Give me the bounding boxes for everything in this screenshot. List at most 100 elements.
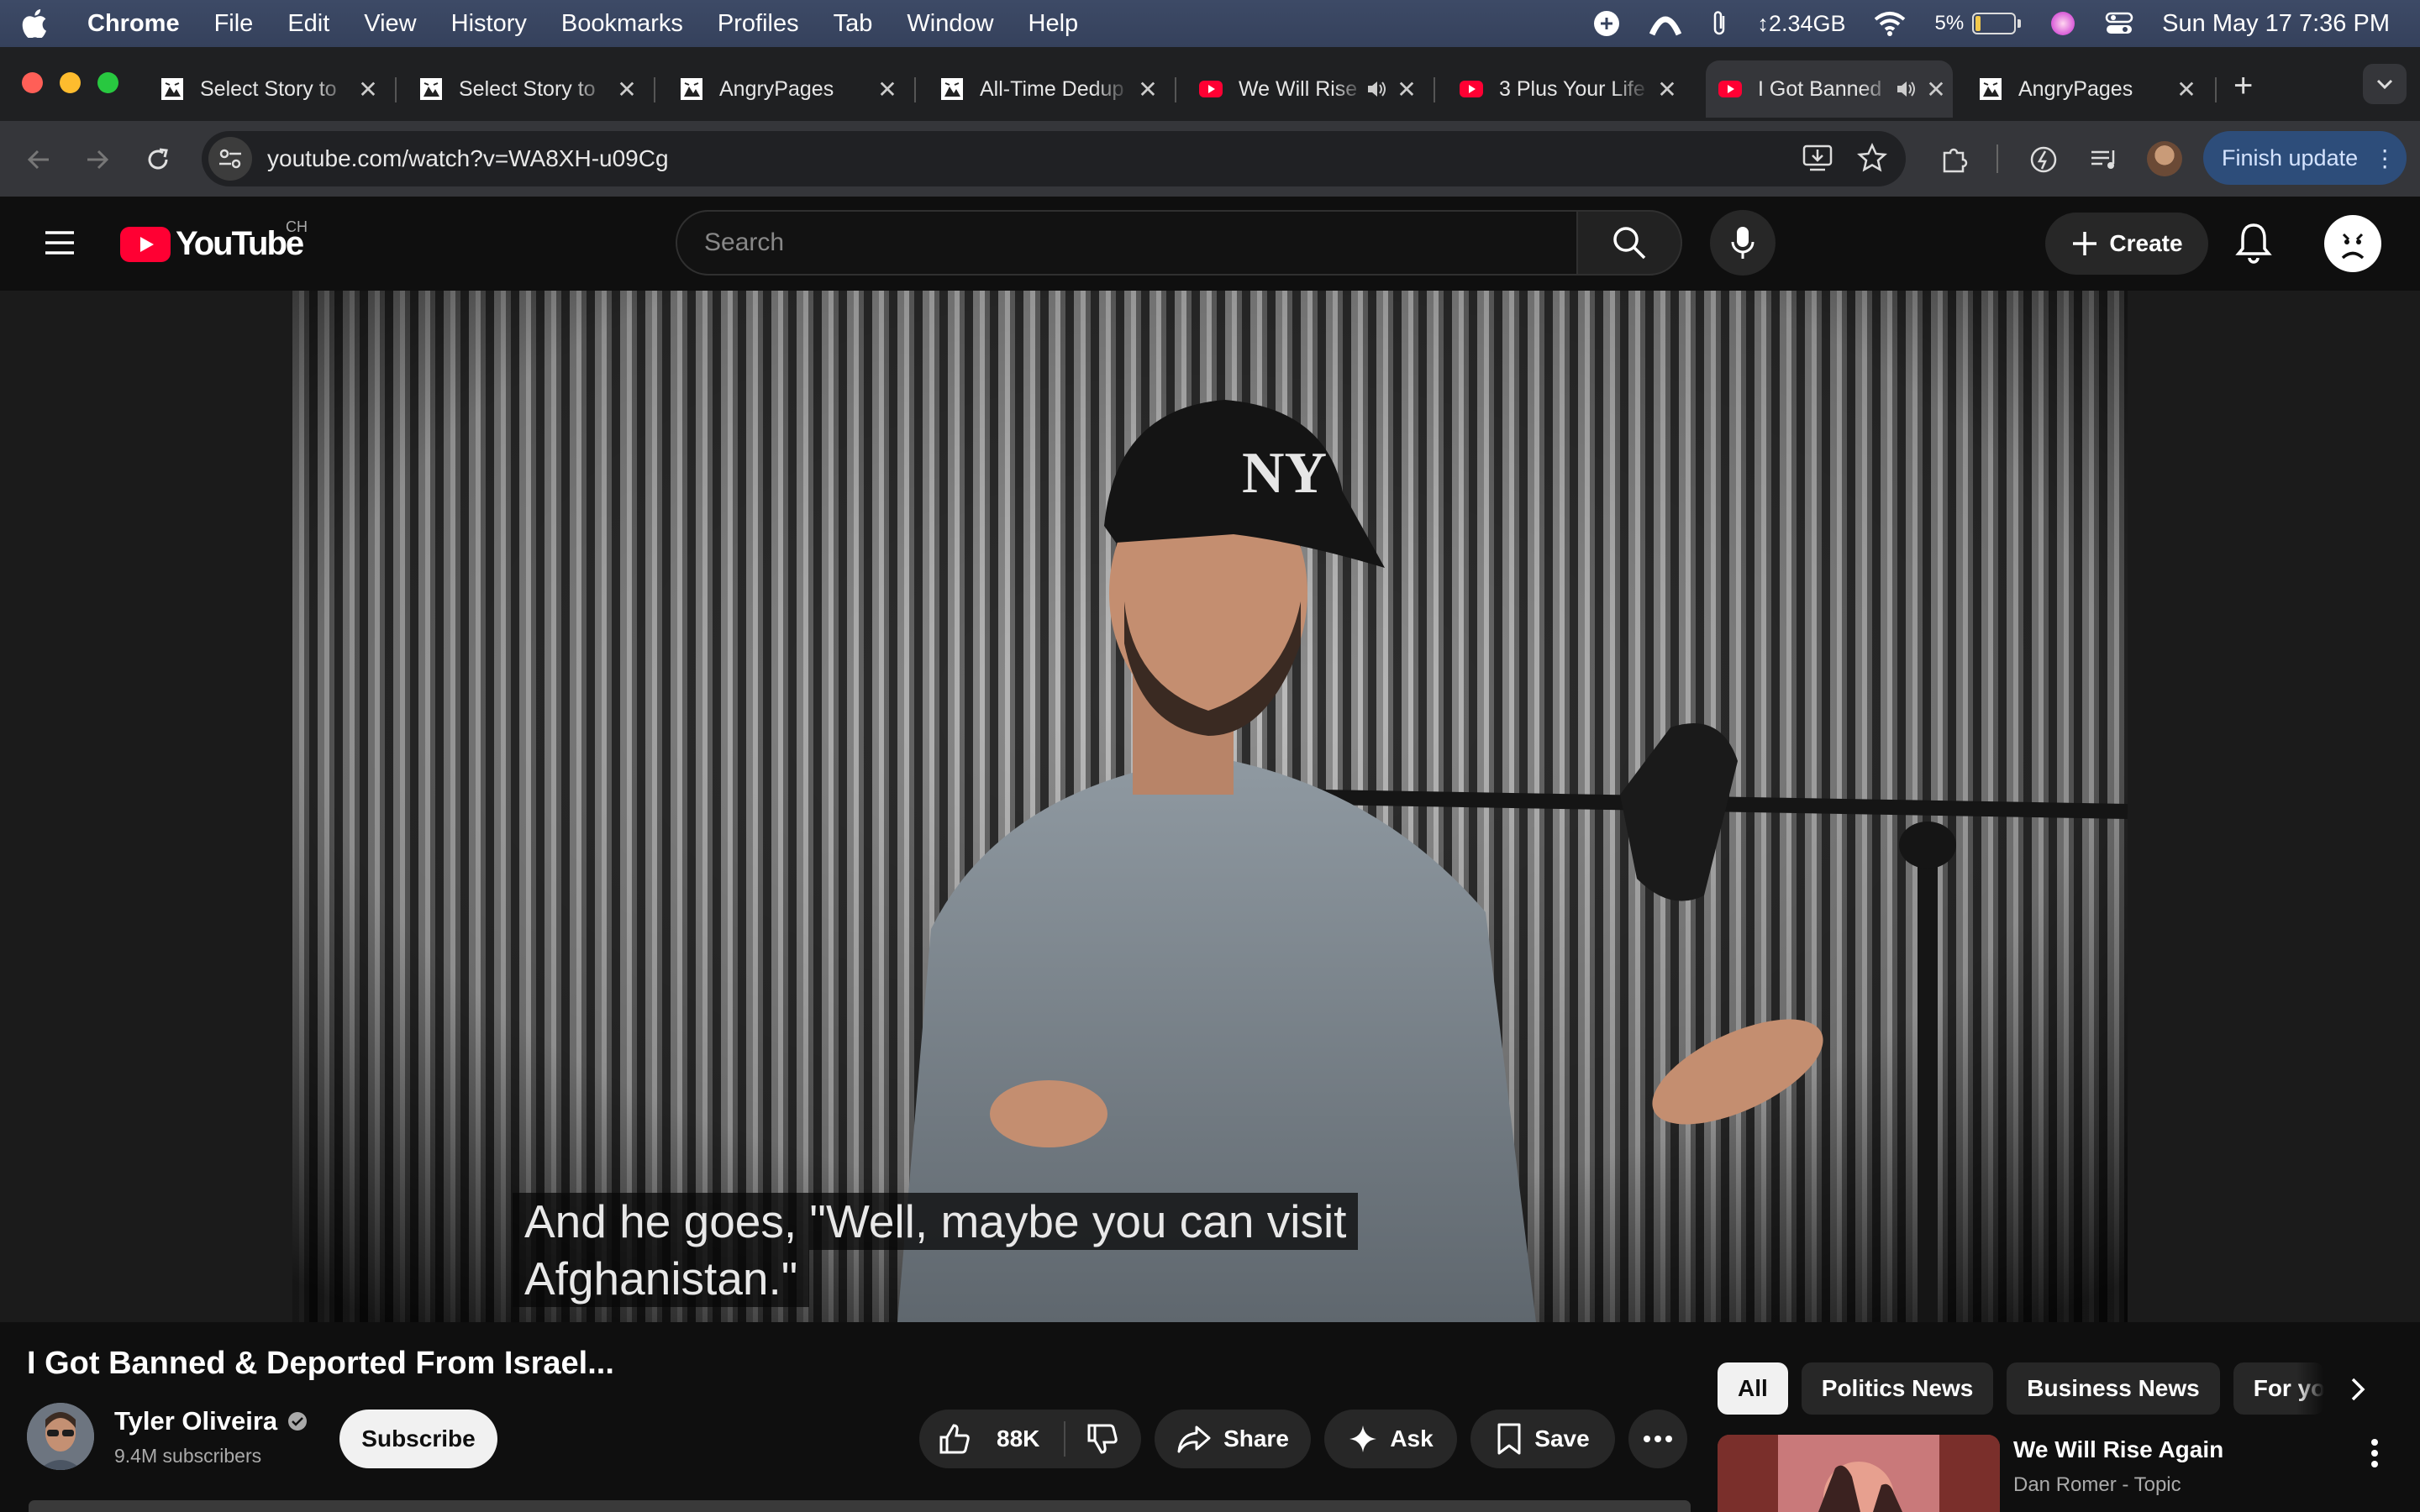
youtube-favicon-icon [1718,81,1742,97]
new-tab-button[interactable]: + [2233,67,2253,105]
tab-search-button[interactable] [2363,64,2407,104]
paperclip-icon[interactable] [1710,9,1728,38]
channel-name-link[interactable]: Tyler Oliveira [114,1406,308,1436]
microphone-icon [1731,227,1754,259]
recommendation-channel[interactable]: Dan Romer - Topic [2013,1473,2181,1497]
browser-tab-active[interactable]: I Got Banned ✕ [1706,60,1953,118]
hamburger-menu-icon[interactable] [44,228,76,257]
macos-menu-bar: Chrome File Edit View History Bookmarks … [0,0,2420,47]
clock-app-icon[interactable] [1592,9,1621,38]
close-tab-icon[interactable]: ✕ [1919,76,1953,103]
forward-button[interactable] [79,141,116,178]
finish-update-button[interactable]: Finish update ⋮ [2203,131,2407,185]
video-frame[interactable]: NY [292,291,2128,1322]
browser-tab[interactable]: All-Time Dedup ✕ [928,60,1165,118]
reload-icon [148,148,168,170]
menu-profiles[interactable]: Profiles [718,10,799,38]
reload-button[interactable] [139,141,176,178]
save-button[interactable]: Save [1470,1410,1615,1468]
close-tab-icon[interactable]: ✕ [871,76,904,103]
tab-audio-icon[interactable] [1365,79,1390,99]
bookmark-star-icon[interactable] [1857,143,1887,173]
thumbs-down-icon [1087,1424,1118,1454]
address-bar[interactable]: youtube.com/watch?v=WA8XH-u09Cg [202,131,1906,186]
siri-icon[interactable] [2049,10,2076,37]
back-button[interactable] [20,141,57,178]
recommendation-thumbnail[interactable] [1718,1435,2000,1512]
menu-file[interactable]: File [214,10,254,38]
browser-tab[interactable]: We Will Rise ✕ [1186,60,1423,118]
browser-tab[interactable]: Select Story to ✕ [407,60,644,118]
subscribe-button[interactable]: Subscribe [339,1410,497,1468]
memory-usage[interactable]: ↕2.34GB [1757,11,1845,37]
menu-edit[interactable]: Edit [287,10,329,38]
performance-button[interactable] [2025,141,2062,178]
menu-view[interactable]: View [364,10,416,38]
search-field[interactable] [676,210,1578,276]
more-actions-button[interactable] [1628,1410,1687,1468]
verified-badge-icon [288,1412,308,1431]
tab-audio-icon[interactable] [1894,79,1919,99]
more-horizontal-icon [1644,1436,1672,1442]
chips-next-button[interactable] [2336,1368,2380,1411]
status-area: ↕2.34GB 5% Sun May 17 7:36 PM [1592,0,2420,47]
voice-search-button[interactable] [1710,210,1776,276]
browser-tab[interactable]: AngryPages ✕ [667,60,904,118]
browser-tab[interactable]: AngryPages ✕ [1966,60,2203,118]
ask-button[interactable]: Ask [1324,1410,1457,1468]
battery-icon [1972,13,2017,34]
menu-tab[interactable]: Tab [834,10,873,38]
video-player-area[interactable]: NY [0,291,2420,1322]
url-text[interactable]: youtube.com/watch?v=WA8XH-u09Cg [267,145,669,172]
chip-politics-news[interactable]: Politics News [1801,1362,1994,1415]
menu-window[interactable]: Window [907,10,993,38]
search-input[interactable] [702,228,1462,258]
share-button[interactable]: Share [1155,1410,1311,1468]
recommendation-title[interactable]: We Will Rise Again [2013,1436,2223,1463]
close-tab-icon[interactable]: ✕ [2170,76,2203,103]
close-tab-icon[interactable]: ✕ [351,76,385,103]
notifications-bell-icon[interactable] [2235,222,2272,264]
minimize-window-button[interactable] [60,72,81,93]
close-tab-icon[interactable]: ✕ [1390,76,1423,103]
chip-for-you[interactable]: For you [2233,1362,2324,1415]
menu-bookmarks[interactable]: Bookmarks [561,10,683,38]
ask-label: Ask [1390,1425,1434,1452]
browser-tab[interactable]: Select Story to ✕ [148,60,385,118]
youtube-logo[interactable]: YouTube [120,225,304,263]
install-app-icon[interactable] [1802,143,1833,173]
extensions-button[interactable] [1936,141,1973,178]
arc-app-icon[interactable] [1649,9,1682,38]
site-settings-icon[interactable] [208,137,252,181]
chip-all[interactable]: All [1718,1362,1788,1415]
apple-menu-icon[interactable] [22,9,69,38]
close-tab-icon[interactable]: ✕ [1131,76,1165,103]
close-window-button[interactable] [22,72,43,93]
like-button[interactable]: 88K [919,1422,1064,1456]
channel-avatar[interactable] [27,1403,94,1470]
dislike-button[interactable] [1086,1422,1131,1456]
angrypages-favicon-icon [1980,78,2002,100]
chip-business-news[interactable]: Business News [2007,1362,2220,1415]
battery-status[interactable]: 5% [1934,12,2022,35]
close-tab-icon[interactable]: ✕ [610,76,644,103]
clock[interactable]: Sun May 17 7:36 PM [2162,10,2390,38]
create-label: Create [2109,230,2183,256]
wifi-icon[interactable] [1874,11,1906,36]
menu-history[interactable]: History [451,10,527,38]
media-controls-button[interactable] [2086,141,2123,178]
control-center-icon[interactable] [2105,11,2133,36]
angrypages-favicon-icon [161,78,183,100]
recommendation-more-icon[interactable] [2370,1438,2380,1468]
kebab-menu-icon[interactable]: ⋮ [2373,144,2396,172]
menu-app-name[interactable]: Chrome [87,10,180,38]
zoom-window-button[interactable] [97,72,118,93]
close-tab-icon[interactable]: ✕ [1650,76,1684,103]
browser-tab[interactable]: 3 Plus Your Life ✕ [1447,60,1684,118]
profile-avatar[interactable] [2147,141,2182,176]
menu-help[interactable]: Help [1028,10,1079,38]
create-button[interactable]: Create [2045,213,2208,275]
account-avatar[interactable] [2324,215,2381,272]
arrow-left-icon [27,150,49,170]
search-button[interactable] [1576,210,1682,276]
